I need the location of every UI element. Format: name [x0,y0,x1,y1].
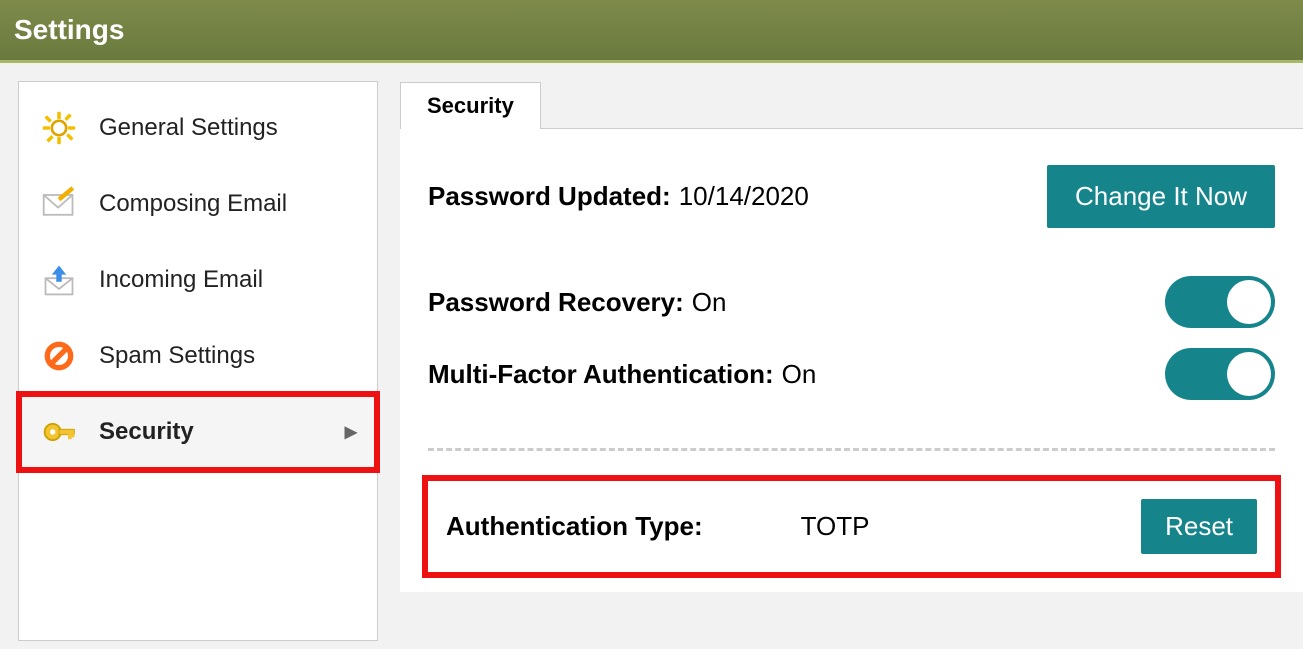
reset-button[interactable]: Reset [1141,499,1257,554]
incoming-icon [39,260,79,300]
sidebar-item-label: Security [99,418,194,446]
security-panel: Password Updated: 10/14/2020 Change It N… [400,129,1303,592]
auth-type-label: Authentication Type: [446,511,703,542]
page-title: Settings [14,14,1285,46]
key-icon [39,412,79,452]
tab-security[interactable]: Security [400,82,541,129]
password-updated-value: 10/14/2020 [679,181,809,212]
main-panel: Security Password Updated: 10/14/2020 Ch… [400,81,1303,641]
page-header: Settings [0,0,1303,63]
password-recovery-label: Password Recovery: [428,287,684,318]
gear-icon [39,108,79,148]
password-recovery-toggle[interactable] [1165,276,1275,328]
auth-type-value: TOTP [801,511,870,542]
password-recovery-row: Password Recovery: On [428,276,1275,328]
password-updated-label: Password Updated: [428,181,671,212]
sidebar-item-composing[interactable]: Composing Email [19,166,377,242]
toggle-knob [1227,280,1271,324]
mfa-toggle[interactable] [1165,348,1275,400]
sidebar-item-label: Incoming Email [99,266,263,294]
sidebar-item-general[interactable]: General Settings [19,90,377,166]
tab-bar: Security [400,81,1303,129]
sidebar-item-label: Spam Settings [99,342,255,370]
sidebar-item-spam[interactable]: Spam Settings [19,318,377,394]
compose-icon [39,184,79,224]
sidebar-item-incoming[interactable]: Incoming Email [19,242,377,318]
content-area: General Settings Composing Email Inc [0,63,1303,641]
chevron-right-icon: ▶ [345,422,357,442]
password-updated-row: Password Updated: 10/14/2020 Change It N… [428,165,1275,228]
change-password-button[interactable]: Change It Now [1047,165,1275,228]
mfa-row: Multi-Factor Authentication: On [428,348,1275,400]
mfa-label: Multi-Factor Authentication: [428,359,774,390]
section-divider [428,448,1275,451]
settings-sidebar: General Settings Composing Email Inc [18,81,378,641]
sidebar-item-label: General Settings [99,114,278,142]
sidebar-item-security[interactable]: Security ▶ [19,394,377,470]
mfa-value: On [782,359,817,390]
toggle-knob [1227,352,1271,396]
spam-icon [39,336,79,376]
auth-type-block: Authentication Type: TOTP Reset [428,481,1275,572]
password-recovery-value: On [692,287,727,318]
sidebar-item-label: Composing Email [99,190,287,218]
